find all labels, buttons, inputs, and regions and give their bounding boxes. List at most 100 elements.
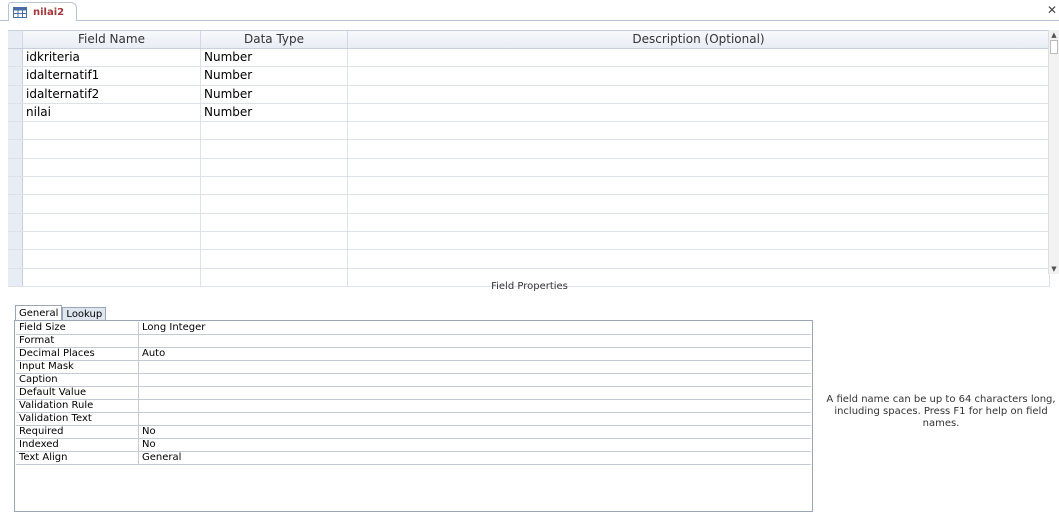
description-cell[interactable]	[348, 122, 1050, 140]
table-row[interactable]: idalternatif1 Number	[8, 67, 1050, 86]
field-name-cell[interactable]	[23, 122, 201, 140]
description-cell[interactable]	[348, 140, 1050, 158]
table-icon	[13, 6, 27, 18]
field-name-cell[interactable]	[23, 195, 201, 213]
property-row: Decimal Places Auto	[16, 348, 811, 361]
data-type-cell[interactable]: Number	[201, 103, 348, 122]
scroll-down-icon[interactable]: ▼	[1049, 264, 1059, 274]
table-row[interactable]	[8, 250, 1050, 269]
select-all-cell[interactable]	[8, 31, 23, 48]
field-name-cell[interactable]: idalternatif2	[23, 85, 201, 103]
field-name-cell[interactable]	[23, 213, 201, 231]
description-cell[interactable]	[348, 213, 1050, 231]
table-row[interactable]	[8, 122, 1050, 141]
description-cell[interactable]	[348, 49, 1050, 67]
table-row[interactable]	[8, 213, 1050, 232]
data-type-cell[interactable]	[201, 140, 348, 158]
data-type-cell[interactable]	[201, 158, 348, 177]
property-label: Text Align	[16, 452, 139, 464]
description-cell[interactable]	[348, 177, 1050, 195]
data-type-cell[interactable]	[201, 122, 348, 140]
data-type-cell[interactable]: Number	[201, 85, 348, 103]
table-row[interactable]	[8, 231, 1050, 251]
property-row: Input Mask	[16, 361, 811, 374]
property-value[interactable]: No	[139, 439, 811, 451]
property-label: Field Size	[16, 322, 139, 334]
data-type-cell[interactable]	[201, 195, 348, 213]
field-name-cell[interactable]	[23, 177, 201, 195]
property-row: Text Align General	[16, 452, 811, 465]
grid-body: idkriteria Number idalternatif1 Number idalt…	[8, 49, 1050, 287]
property-row: Caption	[16, 374, 811, 387]
table-row[interactable]	[8, 177, 1050, 196]
property-value[interactable]: Auto	[139, 348, 811, 360]
property-value[interactable]	[139, 387, 811, 399]
scroll-thumb[interactable]	[1050, 40, 1058, 54]
header-data-type: Data Type	[201, 31, 348, 48]
field-design-grid: Field Name Data Type Description (Option…	[8, 30, 1059, 287]
data-type-cell[interactable]	[201, 231, 348, 250]
property-row: Field Size Long Integer	[16, 322, 811, 335]
row-selector[interactable]	[8, 67, 23, 85]
property-row: Validation Rule	[16, 400, 811, 413]
data-type-cell[interactable]: Number	[201, 49, 348, 67]
property-value[interactable]: Long Integer	[139, 322, 811, 334]
field-name-cell[interactable]	[23, 158, 201, 177]
field-name-cell[interactable]	[23, 140, 201, 158]
property-value[interactable]: No	[139, 426, 811, 438]
field-name-cell[interactable]: idkriteria	[23, 49, 201, 67]
row-selector[interactable]	[8, 49, 23, 67]
property-label: Validation Rule	[16, 400, 139, 412]
description-cell[interactable]	[348, 103, 1050, 122]
header-description: Description (Optional)	[348, 31, 1050, 48]
field-name-cell[interactable]	[23, 231, 201, 250]
vertical-scrollbar[interactable]: ▲ ▼	[1048, 30, 1059, 274]
table-row[interactable]	[8, 195, 1050, 214]
property-value[interactable]: General	[139, 452, 811, 464]
description-cell[interactable]	[348, 158, 1050, 177]
table-row[interactable]: nilai Number	[8, 103, 1050, 123]
description-cell[interactable]	[348, 231, 1050, 250]
row-selector[interactable]	[8, 140, 23, 158]
property-value[interactable]	[139, 335, 811, 347]
table-row[interactable]: idkriteria Number	[8, 49, 1050, 68]
scroll-up-icon[interactable]: ▲	[1049, 30, 1059, 40]
field-name-cell[interactable]	[23, 250, 201, 268]
table-row[interactable]: idalternatif2 Number	[8, 85, 1050, 104]
field-name-cell[interactable]: nilai	[23, 103, 201, 122]
data-type-cell[interactable]: Number	[201, 67, 348, 85]
table-row[interactable]	[8, 158, 1050, 178]
table-tab[interactable]: nilai2	[8, 2, 78, 21]
table-row[interactable]	[8, 140, 1050, 159]
row-selector[interactable]	[8, 213, 23, 231]
property-value[interactable]	[139, 374, 811, 386]
row-selector[interactable]	[8, 103, 23, 122]
property-value[interactable]	[139, 413, 811, 425]
row-selector[interactable]	[8, 177, 23, 195]
tab-lookup[interactable]: Lookup	[62, 307, 107, 320]
data-type-cell[interactable]	[201, 213, 348, 231]
data-type-cell[interactable]	[201, 177, 348, 195]
properties-table: Field Size Long Integer Format Decimal Plac…	[16, 322, 811, 465]
row-selector[interactable]	[8, 195, 23, 213]
description-cell[interactable]	[348, 195, 1050, 213]
close-icon[interactable]: ✕	[1047, 3, 1057, 17]
field-name-cell[interactable]: idalternatif1	[23, 67, 201, 85]
property-value[interactable]	[139, 361, 811, 373]
row-selector[interactable]	[8, 250, 23, 268]
tab-general[interactable]: General	[15, 305, 63, 320]
row-selector[interactable]	[8, 122, 23, 140]
row-selector[interactable]	[8, 158, 23, 177]
property-value[interactable]	[139, 400, 811, 412]
description-cell[interactable]	[348, 67, 1050, 85]
data-type-cell[interactable]	[201, 250, 348, 268]
row-selector[interactable]	[8, 85, 23, 103]
row-selector[interactable]	[8, 231, 23, 250]
property-label: Decimal Places	[16, 348, 139, 360]
property-label: Validation Text	[16, 413, 139, 425]
tab-title: nilai2	[33, 6, 65, 18]
property-tabs: General Lookup	[15, 305, 107, 320]
grid-header: Field Name Data Type Description (Option…	[8, 30, 1050, 49]
description-cell[interactable]	[348, 250, 1050, 268]
description-cell[interactable]	[348, 85, 1050, 103]
